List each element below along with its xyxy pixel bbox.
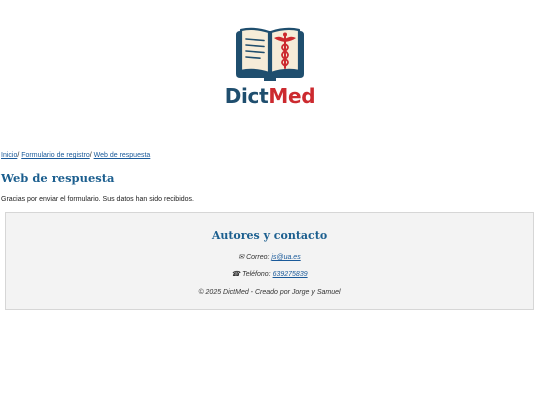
book-caduceus-icon	[236, 27, 304, 81]
email-link[interactable]: js@ua.es	[271, 254, 300, 261]
phone-icon: ☎	[231, 271, 241, 278]
logo-text-dict: Dict	[224, 84, 269, 108]
breadcrumb-link-formulario[interactable]: Formulario de registro	[21, 152, 89, 159]
footer-title: Autores y contacto	[211, 229, 328, 242]
breadcrumb-separator: /	[89, 152, 92, 159]
phone-link[interactable]: 639275839	[273, 271, 308, 278]
envelope-icon: ✉	[238, 254, 245, 261]
page: DictMed Inicio/ Formulario de registro/ …	[0, 0, 540, 405]
breadcrumb-link-respuesta[interactable]: Web de respuesta	[94, 152, 151, 159]
footer: Autores y contacto ✉ Correo: js@ua.es ☎ …	[5, 212, 534, 310]
breadcrumb-link-inicio[interactable]: Inicio	[1, 152, 17, 159]
phone-label: Teléfono:	[242, 271, 271, 278]
page-title: Web de respuesta	[1, 171, 115, 185]
email-label: Correo:	[246, 254, 270, 261]
breadcrumb: Inicio/ Formulario de registro/ Web de r…	[1, 151, 150, 161]
footer-phone-line: ☎ Teléfono: 639275839	[6, 270, 533, 280]
copyright-text: © 2025 DictMed - Creado por Jorge y Samu…	[198, 289, 341, 296]
breadcrumb-separator: /	[17, 152, 20, 159]
logo-wordmark: DictMed	[0, 85, 540, 107]
footer-email-line: ✉ Correo: js@ua.es	[6, 253, 533, 263]
logo[interactable]: DictMed	[0, 26, 540, 107]
logo-text-med: Med	[268, 84, 316, 108]
confirmation-message: Gracias por enviar el formulario. Sus da…	[1, 196, 194, 203]
